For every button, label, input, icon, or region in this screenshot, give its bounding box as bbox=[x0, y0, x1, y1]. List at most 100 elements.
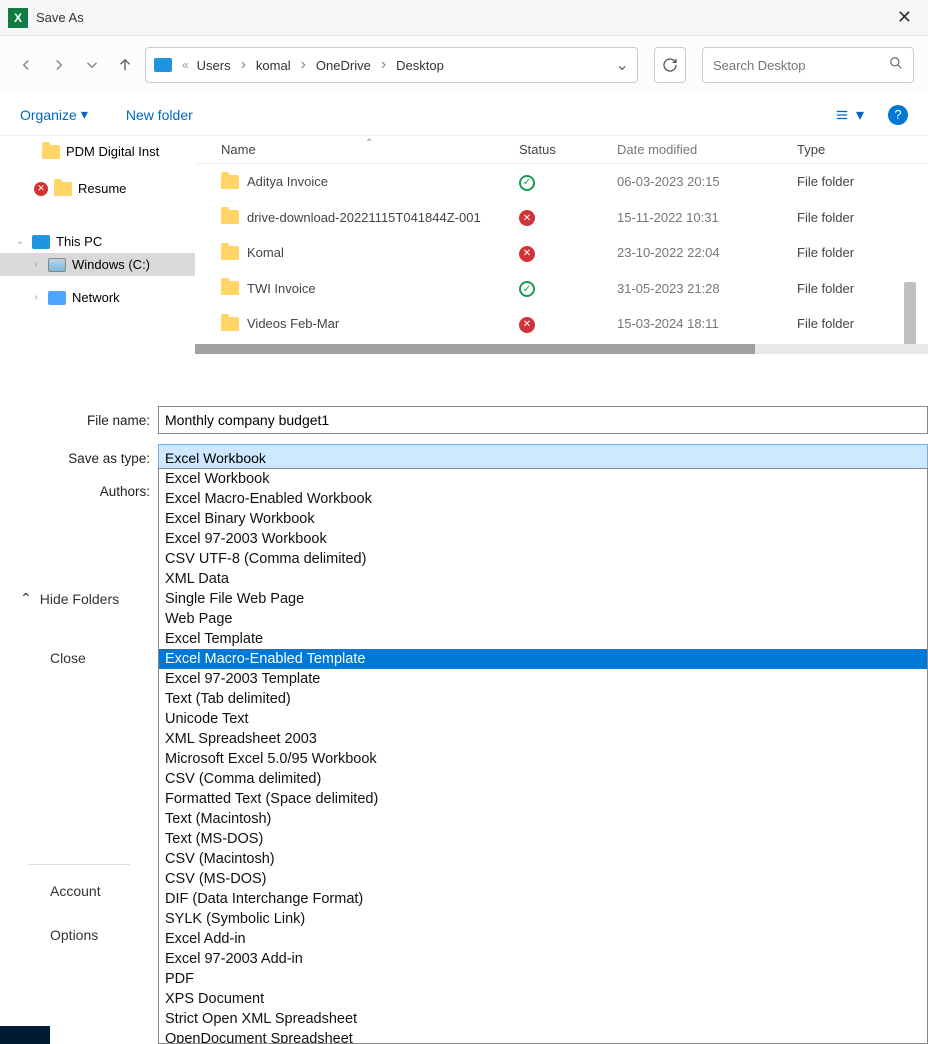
tree-item-network[interactable]: ›Network bbox=[0, 286, 195, 309]
status-error-icon: ✕ bbox=[519, 210, 535, 226]
chevron-down-icon[interactable]: ⌄ bbox=[616, 55, 629, 75]
filetype-option[interactable]: DIF (Data Interchange Format) bbox=[159, 889, 927, 909]
col-name[interactable]: Name bbox=[195, 142, 519, 157]
filetype-option[interactable]: OpenDocument Spreadsheet bbox=[159, 1029, 927, 1044]
col-date[interactable]: Date modified bbox=[617, 142, 797, 157]
filetype-dropdown-list: Excel WorkbookExcel Macro-Enabled Workbo… bbox=[158, 468, 928, 1044]
filetype-option[interactable]: Strict Open XML Spreadsheet bbox=[159, 1009, 927, 1029]
tree-label: PDM Digital Inst bbox=[66, 144, 159, 159]
breadcrumb-item[interactable]: Desktop bbox=[392, 55, 448, 76]
forward-button[interactable] bbox=[47, 51, 72, 79]
filetype-option[interactable]: SYLK (Symbolic Link) bbox=[159, 909, 927, 929]
filetype-option[interactable]: Excel 97-2003 Workbook bbox=[159, 529, 927, 549]
table-row[interactable]: Aditya Invoice✓06-03-2023 20:15File fold… bbox=[195, 164, 928, 200]
file-name: TWI Invoice bbox=[247, 281, 316, 296]
filetype-option[interactable]: Excel Binary Workbook bbox=[159, 509, 927, 529]
new-folder-button[interactable]: New folder bbox=[126, 107, 193, 123]
col-type[interactable]: Type bbox=[797, 142, 928, 157]
tree-item-resume[interactable]: ✕Resume bbox=[0, 177, 195, 200]
filetype-option[interactable]: CSV (Comma delimited) bbox=[159, 769, 927, 789]
h-scrollbar-thumb[interactable] bbox=[195, 344, 755, 354]
search-input[interactable] bbox=[713, 58, 889, 73]
chevron-right-icon[interactable]: › bbox=[30, 259, 42, 270]
options-item[interactable]: Options bbox=[0, 913, 158, 957]
authors-label: Authors: bbox=[0, 484, 158, 499]
folder-icon bbox=[221, 317, 239, 331]
up-button[interactable] bbox=[112, 51, 137, 79]
table-row[interactable]: Komal✕23-10-2022 22:04File folder bbox=[195, 235, 928, 271]
filetype-option[interactable]: XML Data bbox=[159, 569, 927, 589]
col-status[interactable]: Status bbox=[519, 142, 617, 157]
filetype-option[interactable]: Text (MS-DOS) bbox=[159, 829, 927, 849]
tree-label: This PC bbox=[56, 234, 102, 249]
tree-item-pdm[interactable]: PDM Digital Inst bbox=[0, 140, 195, 163]
view-button[interactable]: ▾ bbox=[834, 105, 864, 125]
filename-row: File name: bbox=[0, 402, 928, 438]
chevron-left-icon: « bbox=[182, 58, 189, 72]
filetype-option[interactable]: CSV UTF-8 (Comma delimited) bbox=[159, 549, 927, 569]
filetype-option[interactable]: Web Page bbox=[159, 609, 927, 629]
tree-item-thispc[interactable]: ⌄ This PC bbox=[0, 230, 195, 253]
toolbar: Organize ▾ New folder ▾ ? bbox=[0, 94, 928, 136]
breadcrumb[interactable]: « Users › komal › OneDrive › Desktop ⌄ bbox=[145, 47, 638, 83]
refresh-button[interactable] bbox=[654, 47, 686, 83]
file-type: File folder bbox=[797, 281, 928, 296]
file-type: File folder bbox=[797, 174, 928, 189]
chevron-right-icon[interactable]: › bbox=[30, 292, 42, 303]
file-type: File folder bbox=[797, 210, 928, 225]
close-item[interactable]: Close bbox=[0, 636, 158, 680]
filetype-option[interactable]: Text (Macintosh) bbox=[159, 809, 927, 829]
filetype-option[interactable]: Formatted Text (Space delimited) bbox=[159, 789, 927, 809]
tree-item-windows-c[interactable]: ›Windows (C:) bbox=[0, 253, 195, 276]
sort-indicator-icon: ⌃ bbox=[365, 138, 373, 149]
close-icon[interactable]: ✕ bbox=[889, 7, 920, 28]
folder-icon bbox=[42, 145, 60, 159]
tree-label: Resume bbox=[78, 181, 126, 196]
filetype-option[interactable]: Excel 97-2003 Template bbox=[159, 669, 927, 689]
table-row[interactable]: TWI Invoice✓31-05-2023 21:28File folder bbox=[195, 271, 928, 307]
folder-icon bbox=[221, 210, 239, 224]
back-button[interactable] bbox=[14, 51, 39, 79]
breadcrumb-item[interactable]: OneDrive bbox=[312, 55, 375, 76]
breadcrumb-item[interactable]: komal bbox=[252, 55, 295, 76]
recent-dropdown[interactable] bbox=[79, 51, 104, 79]
file-name: Komal bbox=[247, 245, 284, 260]
file-date: 06-03-2023 20:15 bbox=[617, 174, 797, 189]
filetype-option[interactable]: Microsoft Excel 5.0/95 Workbook bbox=[159, 749, 927, 769]
filetype-option[interactable]: XPS Document bbox=[159, 989, 927, 1009]
filetype-option[interactable]: Single File Web Page bbox=[159, 589, 927, 609]
table-row[interactable]: drive-download-20221115T041844Z-001✕15-1… bbox=[195, 200, 928, 236]
excel-icon: X bbox=[8, 8, 28, 28]
filetype-option[interactable]: Excel Workbook bbox=[159, 469, 927, 489]
filetype-option[interactable]: PDF bbox=[159, 969, 927, 989]
organize-label: Organize bbox=[20, 107, 77, 123]
filetype-option[interactable]: CSV (Macintosh) bbox=[159, 849, 927, 869]
file-type: File folder bbox=[797, 316, 928, 331]
filetype-option[interactable]: Excel Macro-Enabled Workbook bbox=[159, 489, 927, 509]
status-error-icon: ✕ bbox=[519, 317, 535, 333]
search-icon[interactable] bbox=[889, 56, 903, 75]
filename-input[interactable] bbox=[158, 406, 928, 434]
search-box[interactable] bbox=[702, 47, 914, 83]
filetype-option[interactable]: Text (Tab delimited) bbox=[159, 689, 927, 709]
filetype-option[interactable]: Excel Add-in bbox=[159, 929, 927, 949]
filetype-option[interactable]: Excel Macro-Enabled Template bbox=[159, 649, 927, 669]
content: PDM Digital Inst ✕Resume ⌄This PC ›Windo… bbox=[0, 136, 928, 391]
help-button[interactable]: ? bbox=[888, 105, 908, 125]
breadcrumb-item[interactable]: Users bbox=[193, 55, 235, 76]
table-row[interactable]: Videos Feb-Mar✕15-03-2024 18:11File fold… bbox=[195, 306, 928, 342]
file-date: 15-11-2022 10:31 bbox=[617, 210, 797, 225]
filetype-option[interactable]: XML Spreadsheet 2003 bbox=[159, 729, 927, 749]
filetype-option[interactable]: Excel 97-2003 Add-in bbox=[159, 949, 927, 969]
h-scrollbar[interactable] bbox=[195, 344, 928, 354]
hide-folders-button[interactable]: ⌃ Hide Folders bbox=[20, 590, 119, 607]
file-date: 31-05-2023 21:28 bbox=[617, 281, 797, 296]
organize-button[interactable]: Organize ▾ bbox=[20, 106, 88, 123]
filetype-option[interactable]: Unicode Text bbox=[159, 709, 927, 729]
filetype-option[interactable]: Excel Template bbox=[159, 629, 927, 649]
folder-icon bbox=[221, 281, 239, 295]
filetype-option[interactable]: CSV (MS-DOS) bbox=[159, 869, 927, 889]
chevron-down-icon[interactable]: ⌄ bbox=[14, 236, 26, 247]
saveastype-label: Save as type: bbox=[0, 451, 158, 466]
account-item[interactable]: Account bbox=[0, 869, 158, 913]
